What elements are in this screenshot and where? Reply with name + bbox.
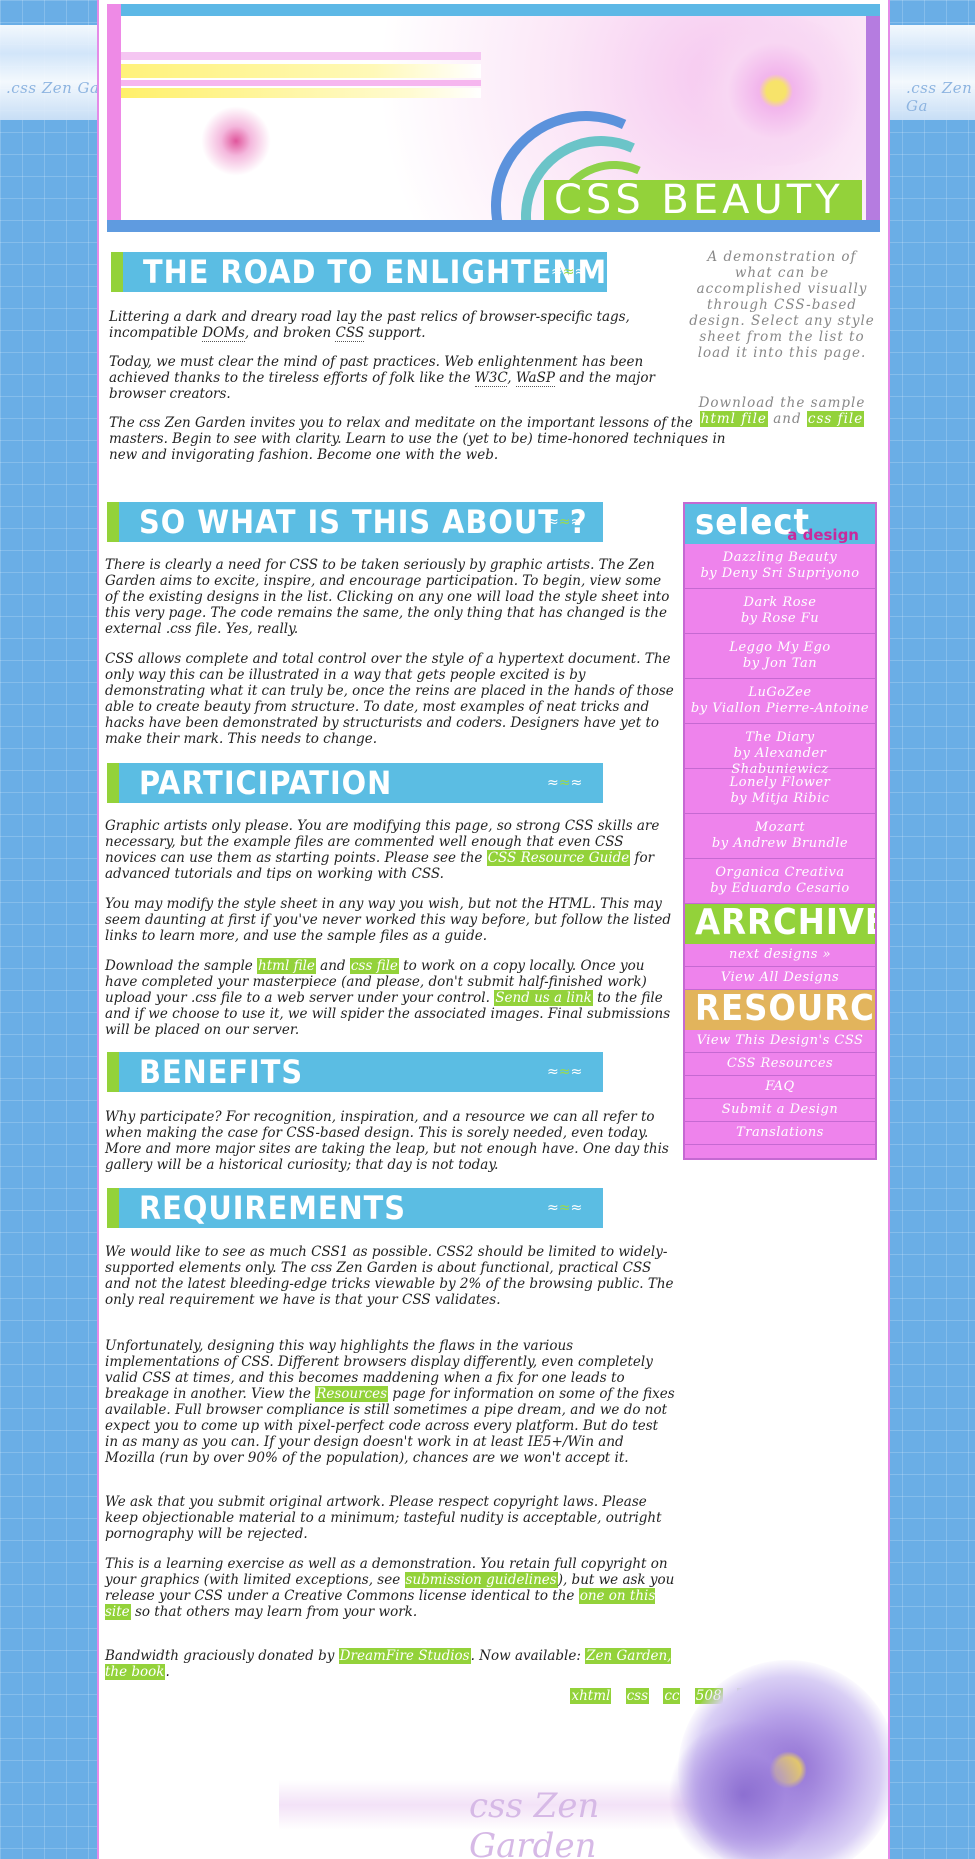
heading-text: BENEFITS (139, 1053, 304, 1091)
arrow-icon: ≈≈≈ (547, 775, 583, 791)
arrow-icon: ≈≈≈ (547, 514, 583, 530)
select-design-heading: select a design (685, 504, 875, 544)
css-file-link[interactable]: css file (349, 958, 399, 974)
resources-heading: RESOURCES (685, 990, 875, 1030)
heading-text: THE ROAD TO ENLIGHTENMENT (143, 253, 607, 291)
sidebar-intro: A demonstration of what can be accomplis… (687, 249, 877, 427)
header-artwork: CSS BEAUTY (121, 16, 866, 220)
html-file-link[interactable]: html file (257, 958, 316, 974)
flower-icon (681, 16, 866, 166)
requirements-paragraph-1: We would like to see as much CSS1 as pos… (105, 1244, 674, 1308)
footer-link-xhtml[interactable]: xhtml (570, 1688, 612, 1704)
flower-icon (668, 1720, 818, 1859)
heading-text: PARTICIPATION (139, 764, 393, 802)
download-sample: Download the sample html file and css fi… (698, 395, 866, 427)
footer-link-css[interactable]: css (625, 1688, 650, 1704)
view-all-designs-link[interactable]: View All Designs (685, 967, 875, 990)
submission-guidelines-link[interactable]: submission guidelines (404, 1572, 558, 1588)
section-heading-benefits: BENEFITS ≈≈≈ (107, 1052, 603, 1092)
design-item[interactable]: Dark Rose by Rose Fu (685, 589, 875, 634)
page-header: CSS BEAUTY (107, 4, 880, 232)
background-label-right: .css Zen Ga (906, 79, 973, 115)
dreamfire-link[interactable]: DreamFire Studios (338, 1648, 471, 1664)
requirements-paragraph-3: We ask that you submit original artwork.… (105, 1494, 662, 1542)
intro-paragraph-2: Today, we must clear the mind of past pr… (109, 354, 655, 402)
design-item[interactable]: Lonely Flower by Mitja Ribic (685, 769, 875, 814)
site-logo: CSS BEAUTY (544, 180, 862, 220)
design-item[interactable]: Mozart by Andrew Brundle (685, 814, 875, 859)
faq-link[interactable]: FAQ (685, 1076, 875, 1099)
css-resources-link[interactable]: CSS Resources (685, 1053, 875, 1076)
footer-artwork: css Zen Garden (279, 1750, 729, 1859)
html-file-link[interactable]: html file (699, 411, 768, 427)
arrow-icon: ≈≈≈ (547, 1200, 583, 1216)
design-item[interactable]: Leggo My Ego by Jon Tan (685, 634, 875, 679)
intro-paragraph-1: Littering a dark and dreary road lay the… (109, 309, 630, 342)
heading-text: SO WHAT IS THIS ABOUT ? (139, 503, 588, 541)
section-heading-participation: PARTICIPATION ≈≈≈ (107, 763, 603, 803)
design-summary: A demonstration of what can be accomplis… (689, 249, 875, 361)
about-paragraph-1: There is clearly a need for CSS to be ta… (105, 557, 670, 637)
submit-design-link[interactable]: Submit a Design (685, 1099, 875, 1122)
css-resource-guide-link[interactable]: CSS Resource Guide (486, 850, 631, 866)
design-item[interactable]: The Diary by Alexander Shabuniewicz (685, 724, 875, 777)
participation-paragraph-1: Graphic artists only please. You are mod… (105, 818, 660, 882)
arrow-icon: ≈≈≈ (547, 1064, 583, 1080)
footer-link-cc[interactable]: cc (663, 1688, 681, 1704)
heading-text: REQUIREMENTS (139, 1189, 407, 1227)
about-paragraph-2: CSS allows complete and total control ov… (105, 651, 674, 747)
next-designs-link[interactable]: next designs » (685, 944, 875, 967)
background-label-left: .css Zen Gar (6, 79, 108, 97)
translations-link[interactable]: Translations (685, 1122, 875, 1145)
page-container: CSS BEAUTY THE ROAD TO ENLIGHTENMENT ≈≈≈… (97, 0, 890, 1859)
requirements-paragraph-5: Bandwidth graciously donated by DreamFir… (105, 1648, 672, 1680)
download-label: Download the sample (698, 395, 866, 411)
design-item[interactable]: Dazzling Beauty by Deny Sri Supriyono (685, 544, 875, 589)
background-band-left (0, 25, 98, 120)
design-item[interactable]: LuGoZee by Viallon Pierre-Antoine (685, 679, 875, 724)
intro-paragraph-3: The css Zen Garden invites you to relax … (109, 415, 726, 463)
view-design-css-link[interactable]: View This Design's CSS (685, 1030, 875, 1053)
archives-heading: ARRCHIVES (685, 904, 875, 944)
design-menu: select a design Dazzling Beauty by Deny S… (683, 502, 877, 1160)
participation-paragraph-2: You may modify the style sheet in any wa… (105, 896, 672, 944)
section-heading-enlightenment: THE ROAD TO ENLIGHTENMENT ≈≈≈ (111, 252, 607, 292)
benefits-paragraph-1: Why participate? For recognition, inspir… (105, 1109, 669, 1173)
css-file-link[interactable]: css file (806, 411, 865, 427)
flower-icon (201, 106, 271, 176)
arrow-icon: ≈≈≈ (551, 264, 587, 280)
requirements-paragraph-4: This is a learning exercise as well as a… (105, 1556, 675, 1620)
section-heading-about: SO WHAT IS THIS ABOUT ? ≈≈≈ (107, 502, 603, 542)
resources-link[interactable]: Resources (315, 1386, 389, 1402)
section-heading-requirements: REQUIREMENTS ≈≈≈ (107, 1188, 603, 1228)
send-link-link[interactable]: Send us a link (494, 990, 593, 1006)
participation-paragraph-3: Download the sample html file and css fi… (105, 958, 671, 1038)
design-item[interactable]: Organica Creativa by Eduardo Cesario (685, 859, 875, 904)
requirements-paragraph-2: Unfortunately, designing this way highli… (105, 1338, 675, 1466)
